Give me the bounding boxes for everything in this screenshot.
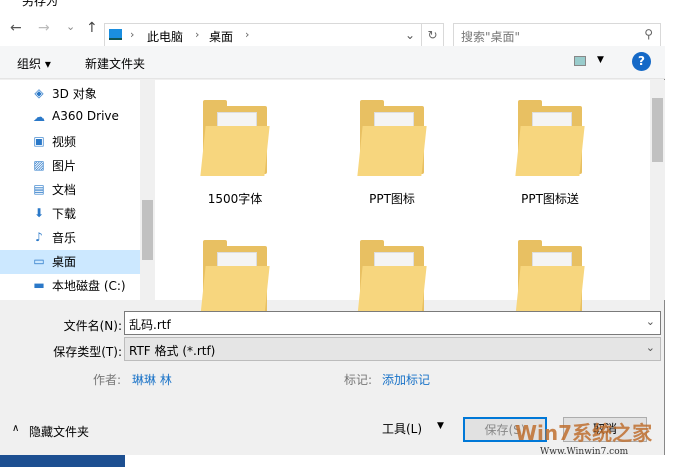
- sidebar-item[interactable]: ⬇ 下载: [0, 202, 140, 226]
- tools-dropdown-icon[interactable]: ▼: [437, 421, 444, 431]
- view-dropdown-icon[interactable]: ▼: [597, 55, 604, 65]
- document-icon: ▤: [33, 182, 45, 196]
- navigation-pane: ◈ 3D 对象 ☁ A360 Drive ▣ 视频 ▨ 图片 ▤ 文档 ⬇ 下载 ♪ 音乐 ▭ 桌面 ▬ 本地磁盘…: [0, 80, 155, 300]
- recent-locations-button[interactable]: ⌄: [66, 20, 75, 33]
- tags-label: 标记:: [344, 373, 373, 387]
- folder-icon: [200, 238, 270, 316]
- hide-folders-button[interactable]: 隐藏文件夹: [29, 423, 89, 440]
- file-type-value: RTF 格式 (*.rtf): [129, 344, 216, 358]
- video-icon: ▣: [33, 134, 45, 148]
- folder-item[interactable]: 1500字体: [175, 98, 295, 207]
- refresh-icon[interactable]: ↻: [421, 24, 443, 46]
- folder-icon: [515, 98, 585, 176]
- file-list: 1500字体 PPT图标 PPT图标送: [155, 80, 665, 316]
- sidebar-item[interactable]: ▨ 图片: [0, 154, 140, 178]
- window-title: 另存为: [22, 0, 59, 8]
- nav-scrollbar[interactable]: [140, 80, 155, 300]
- sidebar-item-label: 音乐: [52, 231, 77, 245]
- folder-icon: [515, 238, 585, 316]
- breadcrumb-desktop[interactable]: 桌面: [209, 28, 233, 45]
- sidebar-item[interactable]: ◈ 3D 对象: [0, 82, 140, 106]
- folder-icon: [200, 98, 270, 176]
- new-folder-button[interactable]: 新建文件夹: [85, 55, 145, 72]
- cube-icon: ◈: [34, 86, 44, 100]
- up-button[interactable]: ↑: [86, 20, 98, 36]
- filename-label: 文件名(N):: [63, 319, 122, 333]
- filename-value: 乱码.rtf: [129, 318, 171, 332]
- folder-name: PPT图标送: [521, 192, 579, 206]
- view-icon[interactable]: [574, 56, 586, 66]
- desktop-icon: ▭: [33, 254, 45, 268]
- nav-bar: ← → ⌄ ↑ › 此电脑 › 桌面 › ⌄ ↻ 搜索"桌面" ⚲: [0, 8, 665, 47]
- search-placeholder: 搜索"桌面": [461, 30, 521, 44]
- sidebar-item-label: 文档: [52, 183, 77, 197]
- add-tags-link[interactable]: 添加标记: [382, 371, 430, 388]
- disk-icon: ▬: [33, 278, 45, 292]
- sidebar-item-label: 本地磁盘 (C:): [52, 279, 126, 293]
- sidebar-item-label: 桌面: [52, 255, 77, 269]
- sidebar-item-label: 图片: [52, 159, 77, 173]
- author-value[interactable]: 琳琳 林: [132, 371, 172, 388]
- sidebar-item[interactable]: ☁ A360 Drive: [0, 106, 140, 130]
- watermark-logo: Win7系统之家: [515, 421, 653, 445]
- chevron-down-icon[interactable]: ⌄: [405, 28, 415, 42]
- address-bar[interactable]: › 此电脑 › 桌面 › ⌄ ↻: [104, 23, 444, 47]
- download-icon: ⬇: [33, 206, 45, 220]
- sidebar-item-label: 下载: [52, 207, 77, 221]
- organize-button[interactable]: 组织 ▾: [17, 55, 51, 72]
- folder-item[interactable]: PPT图标送: [490, 98, 610, 207]
- sidebar-item[interactable]: ▬ 本地磁盘 (C:): [0, 274, 140, 298]
- author-label: 作者:: [93, 373, 122, 387]
- picture-icon: ▨: [33, 158, 45, 172]
- folder-name: 1500字体: [207, 192, 263, 206]
- toolbar: 组织 ▾ 新建文件夹 ▼ ?: [0, 46, 665, 79]
- forward-button[interactable]: →: [38, 20, 50, 36]
- cloud-drive-icon: ☁: [33, 110, 45, 124]
- file-type-select[interactable]: RTF 格式 (*.rtf) ⌄: [124, 337, 661, 361]
- help-button[interactable]: ?: [632, 52, 651, 71]
- save-as-dialog: 另存为 ← → ⌄ ↑ › 此电脑 › 桌面 › ⌄ ↻ 搜索"桌面" ⚲ 组织 …: [0, 0, 665, 455]
- sidebar-item-label: A360 Drive: [52, 109, 119, 123]
- chevron-down-icon: ⌄: [645, 341, 655, 354]
- search-icon: ⚲: [644, 27, 653, 41]
- tools-button[interactable]: 工具(L): [382, 420, 422, 437]
- content-scrollbar[interactable]: [650, 80, 665, 300]
- sidebar-item[interactable]: ▭ 桌面: [0, 250, 140, 274]
- file-type-label: 保存类型(T):: [53, 345, 122, 359]
- music-icon: ♪: [35, 230, 43, 244]
- folder-item[interactable]: PPT图标: [332, 98, 452, 207]
- breadcrumb-this-pc[interactable]: 此电脑: [147, 28, 183, 45]
- watermark-url: Www.Winwin7.com: [540, 447, 629, 457]
- folder-icon: [357, 238, 427, 316]
- back-button[interactable]: ←: [10, 20, 22, 36]
- folder-icon: [357, 98, 427, 176]
- computer-icon: [109, 29, 122, 40]
- filename-input[interactable]: 乱码.rtf ⌄: [124, 311, 661, 335]
- sidebar-item[interactable]: ♪ 音乐: [0, 226, 140, 250]
- title-bar: 另存为: [0, 0, 665, 8]
- chevron-up-icon[interactable]: ∧: [12, 423, 19, 434]
- sidebar-item[interactable]: ▤ 文档: [0, 178, 140, 202]
- sidebar-item-label: 视频: [52, 135, 77, 149]
- chevron-down-icon[interactable]: ⌄: [646, 315, 655, 328]
- sidebar-item[interactable]: ▣ 视频: [0, 130, 140, 154]
- sidebar-item-label: 3D 对象: [52, 87, 97, 101]
- search-input[interactable]: 搜索"桌面" ⚲: [453, 23, 661, 47]
- folder-name: PPT图标: [369, 192, 415, 206]
